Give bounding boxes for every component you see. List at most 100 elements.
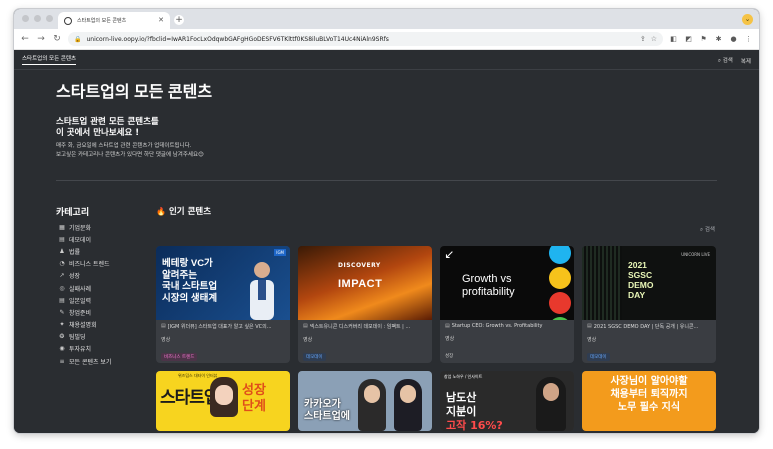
popular-title: 인기 콘텐츠 [168, 207, 212, 217]
speaker-photo [250, 262, 274, 320]
thumbnail-text: 위즈덤스 대타이 인터뷰 [178, 373, 218, 378]
category-item[interactable]: ◎ 실패사례 [58, 282, 111, 294]
search-button[interactable]: ⌕ 검색 [718, 56, 733, 65]
thumbnail-text: 2021 SGSC DEMO DAY [628, 260, 654, 300]
category-label: 투자유치 [69, 346, 92, 354]
category-label: 성장 [69, 273, 81, 281]
extension-icon[interactable]: ⚑ [699, 35, 708, 44]
menu-icon[interactable]: ⋮ [744, 35, 753, 44]
thumbnail-text: Growth vs profitability [462, 273, 515, 298]
document-icon: ▤ [161, 323, 166, 329]
card-thumbnail[interactable]: 2021 SGSC DEMO DAY UNICORN LIVE [582, 246, 716, 320]
reload-icon[interactable]: ↻ [52, 34, 62, 44]
profile-avatar-icon[interactable]: ● [729, 35, 738, 44]
gallery-search-button[interactable]: ⌕ 검색 [700, 225, 715, 234]
category-item[interactable]: ↗ 성장 [58, 270, 111, 282]
thumbnail-pattern [582, 246, 622, 320]
category-item[interactable]: ▦ 기업문화 [58, 221, 111, 233]
category-item[interactable]: ❂ 팀빌딩 [58, 331, 111, 343]
category-item[interactable]: ≡ 모든 콘텐츠 보기 [58, 355, 111, 367]
minimize-window-icon[interactable] [34, 15, 41, 22]
card-thumbnail[interactable]: 창업 노하우 / 인사이트 남도산 지분이 고작 16%? [440, 371, 574, 431]
content-card[interactable]: 2021 SGSC DEMO DAY UNICORN LIVE ▤ 2021 SG… [582, 246, 716, 363]
category-heading: 카테고리 [56, 208, 90, 218]
card-type: 영상 [445, 336, 455, 342]
popular-heading: 🔥 인기 콘텐츠 [156, 205, 212, 218]
browser-tab[interactable]: 스타트업의 모든 콘텐츠 ✕ [58, 12, 170, 29]
forward-icon[interactable]: → [36, 34, 46, 44]
lock-icon[interactable]: 🔒 [74, 36, 81, 43]
bookmark-star-icon[interactable]: ☆ [651, 35, 657, 43]
extension-icon[interactable]: ◧ [669, 35, 678, 44]
document-icon: ▤ [59, 296, 65, 304]
content-card[interactable]: 사장님이 알아야할 채용부터 퇴직까지 노무 필수 지식 [582, 371, 716, 431]
thumbnail-text: 베테랑 VC가 알려주는 국내 스타트업 시장의 생태계 [162, 258, 218, 304]
color-dots [549, 246, 571, 320]
content-card[interactable]: 위즈덤스 대타이 인터뷰 스타트업 성장 단계 [156, 371, 290, 431]
card-tag: 데모데이 [303, 353, 326, 361]
thumbnail-text: 카카오가 스타트업에 [304, 399, 350, 422]
card-thumbnail[interactable]: ↓ Growth vs profitability [440, 246, 574, 320]
address-bar[interactable]: 🔒 unicorn-live.oopy.io/?fbclid=IwAR1FocL… [68, 32, 663, 46]
category-item[interactable]: ▤ 일본일력 [58, 294, 111, 306]
close-tab-icon[interactable]: ✕ [158, 17, 164, 24]
close-window-icon[interactable] [22, 15, 29, 22]
category-item[interactable]: ✦ 채용설명회 [58, 319, 111, 331]
thumbnail-text: 남도산 지분이 고작 16%? [446, 391, 503, 431]
card-thumbnail[interactable]: DISCOVERY IMPACT [298, 246, 432, 320]
url-text[interactable]: unicorn-live.oopy.io/?fbclid=IwAR1FocLxO… [86, 36, 634, 43]
extension-icon[interactable]: ◩ [684, 35, 693, 44]
back-icon[interactable]: ← [20, 34, 30, 44]
puzzle-icon[interactable]: ✱ [714, 35, 723, 44]
intro-line-2: 보고싶은 카테고리나 콘텐츠가 있다면 하단 댓글에 남겨주세요😊 [56, 152, 204, 158]
thumbnail-text: 사장님이 알아야할 채용부터 퇴직까지 노무 필수 지식 [610, 376, 688, 413]
card-thumbnail[interactable]: 베테랑 VC가 알려주는 국내 스타트업 시장의 생태계 IGM [156, 246, 290, 320]
card-tag: 성장 [445, 354, 454, 359]
growth-icon: ↗ [59, 272, 65, 280]
category-item[interactable]: ✎ 창업준비 [58, 306, 111, 318]
window-controls [22, 15, 53, 22]
category-item[interactable]: ▤ 데모데이 [58, 233, 111, 245]
card-thumbnail[interactable]: 위즈덤스 대타이 인터뷰 스타트업 성장 단계 [156, 371, 290, 431]
card-type: 영상 [303, 337, 313, 343]
category-label: 일본일력 [69, 297, 92, 305]
category-label: 법률 [69, 248, 81, 256]
card-thumbnail[interactable]: 카카오가 스타트업에 [298, 371, 432, 431]
chart-icon: ◔ [59, 260, 65, 268]
share-icon[interactable]: ⇪ [640, 35, 646, 43]
maximize-window-icon[interactable] [46, 15, 53, 22]
building-icon: ▦ [59, 223, 65, 231]
card-title: 2021 SGSC DEMO DAY | 단독 공개 | 유니콘... [593, 324, 699, 330]
content-card[interactable]: 창업 노하우 / 인사이트 남도산 지분이 고작 16%? [440, 371, 574, 431]
money-icon: ◉ [59, 345, 65, 353]
case-icon: ◎ [59, 284, 65, 292]
card-thumbnail[interactable]: 사장님이 알아야할 채용부터 퇴직까지 노무 필수 지식 [582, 371, 716, 431]
category-item[interactable]: ◔ 비즈니스 트렌드 [58, 258, 111, 270]
category-label: 실패사례 [69, 285, 92, 293]
breadcrumb[interactable]: 스타트업의 모든 콘텐츠 [22, 54, 77, 65]
category-label: 비즈니스 트렌드 [69, 261, 110, 269]
content-card[interactable]: 베테랑 VC가 알려주는 국내 스타트업 시장의 생태계 IGM ▤ [IGM 위… [156, 246, 290, 363]
category-item[interactable]: ◉ 투자유치 [58, 343, 111, 355]
category-item[interactable]: ♟ 법률 [58, 245, 111, 257]
tab-title: 스타트업의 모든 콘텐츠 [77, 18, 127, 24]
thumbnail-badge: IGM [274, 249, 286, 256]
card-tag: 비즈니스 트렌드 [161, 353, 198, 361]
category-label: 팀빌딩 [69, 334, 86, 342]
thumbnail-text: 창업 노하우 / 인사이트 [444, 374, 483, 379]
browser-window: 스타트업의 모든 콘텐츠 ✕ + ⌄ ← → ↻ 🔒 unicorn-live.… [14, 9, 759, 433]
search-icon: ⌕ [717, 58, 721, 64]
card-title: Startup CEO: Growth vs. Profitability [451, 323, 543, 329]
content-card[interactable]: DISCOVERY IMPACT ▤ 넥스트유니콘 디스커버리 데모데이 : 임팩… [298, 246, 432, 363]
topbar-actions: ⌕ 검색 복제 [718, 56, 751, 65]
new-tab-icon[interactable]: + [174, 15, 184, 25]
card-tag: 데모데이 [587, 353, 610, 361]
category-label: 채용설명회 [69, 322, 97, 330]
tab-search-icon[interactable]: ⌄ [742, 14, 753, 25]
content-card[interactable]: 카카오가 스타트업에 [298, 371, 432, 431]
content-card[interactable]: ↓ Growth vs profitability ▤ Startup CEO: … [440, 246, 574, 363]
thumbnail-text: 성장 단계 [242, 383, 266, 414]
page-title: 스타트업의 모든 콘텐츠 [56, 84, 213, 101]
divider [56, 180, 717, 181]
duplicate-button[interactable]: 복제 [741, 57, 751, 65]
